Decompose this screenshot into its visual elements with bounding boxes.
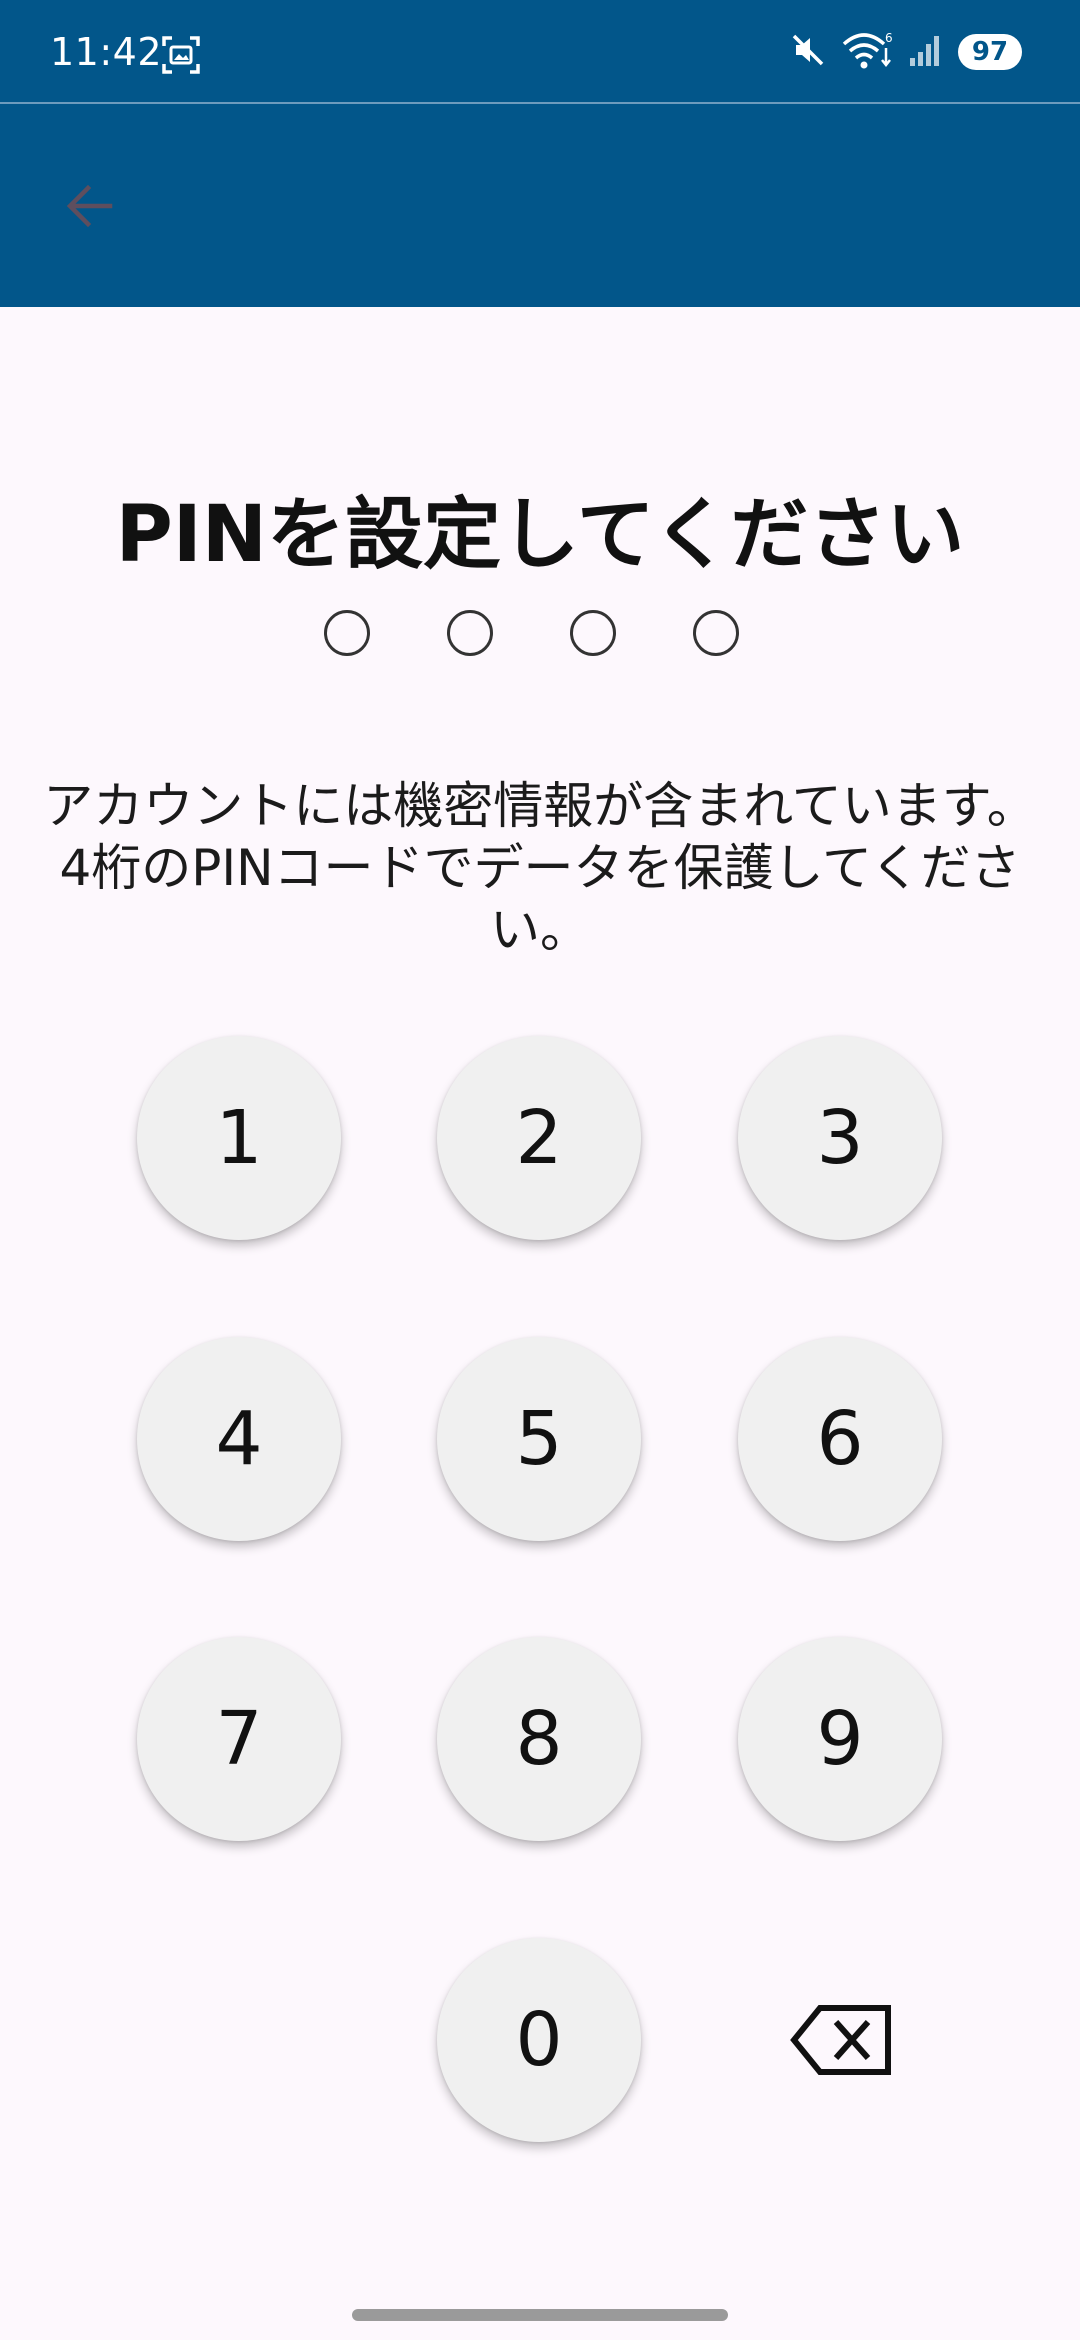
signal-icon [908, 30, 944, 74]
pin-indicator [324, 610, 739, 656]
wifi-icon: 6 [842, 30, 894, 74]
key-6[interactable]: 6 [738, 1337, 942, 1541]
pin-dot [570, 610, 616, 656]
pin-dot [324, 610, 370, 656]
key-3[interactable]: 3 [738, 1036, 942, 1240]
screenshot-icon [162, 36, 200, 74]
key-1[interactable]: 1 [137, 1036, 341, 1240]
status-icons: 6 97 [788, 30, 1022, 74]
key-9[interactable]: 9 [738, 1637, 942, 1841]
arrow-back-icon [60, 176, 120, 240]
pin-dot [693, 610, 739, 656]
key-7[interactable]: 7 [137, 1637, 341, 1841]
backspace-icon [790, 2004, 892, 2080]
key-0[interactable]: 0 [437, 1938, 641, 2142]
pin-dot [447, 610, 493, 656]
status-bar: 11:42 6 97 [0, 0, 1080, 102]
battery-indicator: 97 [958, 34, 1022, 70]
mute-icon [788, 30, 828, 74]
backspace-button[interactable] [790, 2004, 892, 2080]
key-4[interactable]: 4 [137, 1337, 341, 1541]
svg-text:6: 6 [885, 31, 893, 45]
page-title: PINを設定してください [115, 490, 965, 580]
back-button[interactable] [46, 164, 134, 252]
description-text: アカウントには機密情報が含まれています。4桁のPINコードでデータを保護してくだ… [43, 777, 1037, 959]
key-5[interactable]: 5 [437, 1337, 641, 1541]
app-bar [0, 104, 1080, 307]
status-time: 11:42 [50, 30, 163, 74]
key-8[interactable]: 8 [437, 1637, 641, 1841]
key-2[interactable]: 2 [437, 1036, 641, 1240]
home-indicator[interactable] [352, 2309, 728, 2321]
